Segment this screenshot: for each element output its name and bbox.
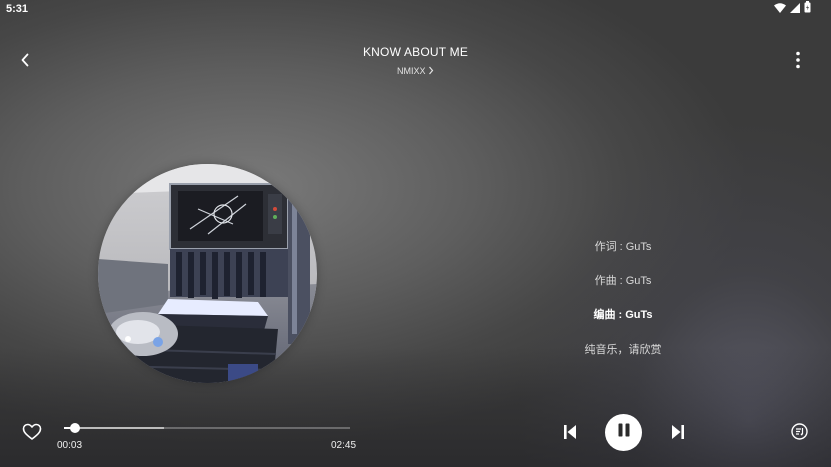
artist-link[interactable]: NMIXX	[0, 66, 831, 76]
cell-signal-icon	[790, 0, 800, 18]
lyric-line[interactable]: 作词 : GuTs	[523, 238, 723, 254]
like-button[interactable]	[22, 423, 42, 441]
status-icons	[774, 0, 811, 18]
chevron-right-icon	[428, 66, 434, 76]
status-time: 5:31	[6, 3, 29, 15]
background-shade	[0, 347, 831, 467]
lyric-line[interactable]: 纯音乐，请欣赏	[523, 341, 723, 357]
artist-name: NMIXX	[396, 66, 426, 76]
status-bar: 5:31	[0, 0, 831, 20]
battery-icon	[804, 0, 811, 18]
playlist-icon	[790, 423, 809, 445]
current-time: 00:03	[57, 440, 83, 451]
skip-next-icon	[669, 425, 687, 445]
heart-outline-icon	[22, 423, 42, 445]
more-options-button[interactable]	[788, 51, 808, 73]
song-title: KNOW ABOUT ME	[362, 45, 469, 59]
total-time: 02:45	[331, 440, 357, 451]
pause-icon	[616, 422, 632, 443]
next-track-button[interactable]	[669, 423, 687, 441]
more-vertical-icon	[796, 51, 800, 74]
play-pause-button[interactable]	[605, 414, 642, 451]
playlist-button[interactable]	[790, 422, 809, 441]
progress-slider[interactable]	[64, 423, 350, 433]
lyric-line[interactable]: 作曲 : GuTs	[523, 272, 723, 288]
progress-thumb[interactable]	[70, 423, 81, 433]
lyric-line-current[interactable]: 编曲 : GuTs	[523, 306, 723, 322]
previous-track-button[interactable]	[561, 423, 579, 441]
wifi-icon	[774, 0, 786, 18]
skip-previous-icon	[561, 425, 579, 445]
album-cover-image	[98, 164, 317, 383]
